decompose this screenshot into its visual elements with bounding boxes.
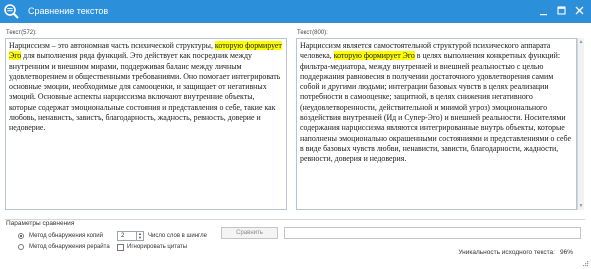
right-text-segment: в целях выполнения конкретных функций: ф… (300, 51, 571, 164)
radio-rewrite[interactable] (18, 244, 24, 250)
scroll-up-icon[interactable]: ▲ (578, 39, 584, 45)
stepper-down-icon[interactable]: ▼ (137, 236, 143, 240)
left-text-label: Текст(572): (6, 30, 37, 36)
maximize-icon[interactable] (556, 5, 567, 17)
right-text-area[interactable]: Нарциссизм является самостоятельной стру… (296, 38, 577, 210)
magnifier-compare-icon (4, 4, 19, 19)
ignore-quotes-label[interactable]: Игнорировать цитаты (127, 244, 187, 250)
compare-button[interactable]: Сравнить (221, 227, 278, 239)
ignore-quotes-checkbox[interactable] (117, 244, 124, 251)
uniqueness-readout: Уникальность исходного текста: 96% (458, 249, 573, 256)
radio-copies[interactable] (18, 233, 24, 239)
window-title: Сравнение текстов (28, 6, 109, 16)
uniqueness-label: Уникальность исходного текста: (458, 249, 555, 256)
uniqueness-value: 96% (559, 249, 573, 256)
left-text-segment: Нарциссизм – это автономная часть психич… (9, 41, 215, 50)
params-group (5, 219, 585, 265)
radio-copies-label[interactable]: Метод обнаружения копий (29, 233, 103, 239)
shingle-stepper[interactable]: 2 ▲ ▼ (117, 231, 144, 241)
resize-grip-icon[interactable] (582, 260, 589, 267)
right-text-label: Текст(800): (297, 30, 328, 36)
left-text-segment: для выполнения ряда функций. Это действу… (9, 51, 281, 133)
radio-rewrite-label[interactable]: Метод обнаружения рерайта (29, 244, 110, 250)
right-scrollbar[interactable]: ▲ ▼ (577, 38, 584, 210)
compare-result-field (284, 227, 581, 239)
scroll-down-icon[interactable]: ▼ (578, 203, 584, 209)
right-match-highlight: которую формирует Эго (333, 51, 415, 61)
shingle-label: Число слов в шингле (148, 233, 207, 239)
params-legend: Параметры сравнения (6, 220, 78, 227)
minimize-icon[interactable] (538, 5, 549, 17)
close-icon[interactable] (574, 5, 585, 17)
title-bar[interactable]: Сравнение текстов (0, 0, 591, 23)
left-text-area[interactable]: Нарциссизм – это автономная часть психич… (5, 38, 287, 210)
shingle-value[interactable]: 2 (121, 233, 124, 239)
